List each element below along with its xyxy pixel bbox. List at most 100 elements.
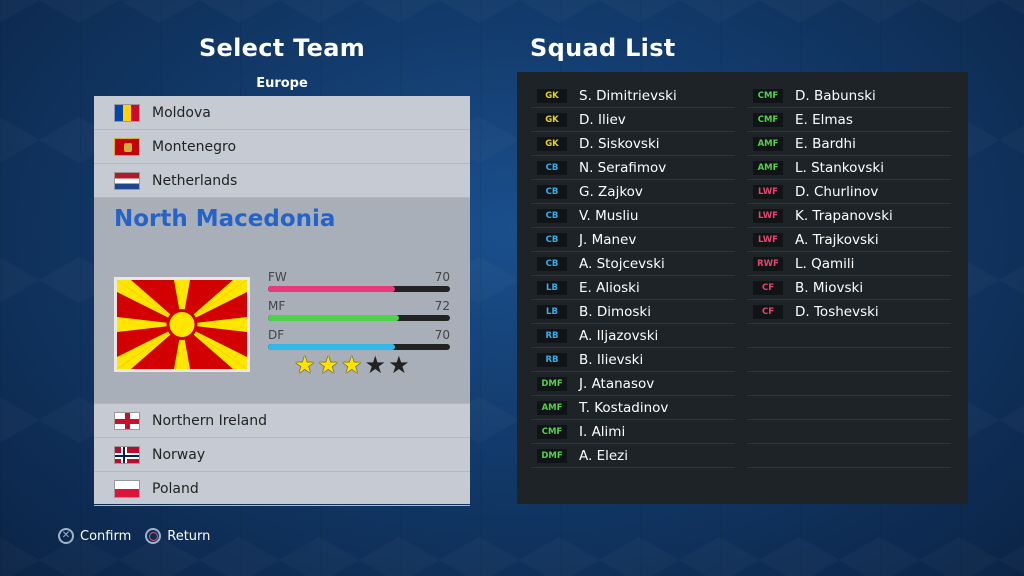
team-name: Poland — [152, 480, 199, 497]
player-name: B. Dimoski — [579, 303, 652, 320]
position-badge: RB — [537, 328, 567, 343]
player-row — [747, 420, 951, 444]
selected-team-card[interactable]: North Macedonia FW 70 MF 72 DF 70 ★ ★ ★ … — [94, 198, 470, 404]
player-name: K. Trapanovski — [795, 207, 893, 224]
ni-flag-icon — [114, 411, 140, 430]
player-name: D. Churlinov — [795, 183, 879, 200]
player-row: CF B. Miovski — [747, 276, 951, 300]
player-name: N. Serafimov — [579, 159, 667, 176]
player-name: L. Stankovski — [795, 159, 884, 176]
position-badge: AMF — [537, 400, 567, 415]
squad-column-1: GK S. Dimitrievski GK D. Iliev GK D. Siskovsk… — [531, 84, 735, 468]
position-badge: GK — [537, 112, 567, 127]
player-row: LB E. Alioski — [531, 276, 735, 300]
stat-bar — [268, 344, 450, 350]
player-name: D. Siskovski — [579, 135, 660, 152]
player-row: LB B. Dimoski — [531, 300, 735, 324]
player-name: B. Ilievski — [579, 351, 644, 368]
position-badge: CF — [753, 280, 783, 295]
team-name: Montenegro — [152, 138, 237, 155]
squad-column-2: CMF D. Babunski CMF E. Elmas AMF E. Bardhi AMF… — [747, 84, 951, 468]
player-name: J. Manev — [579, 231, 637, 248]
player-row: RB B. Ilievski — [531, 348, 735, 372]
confirm-hint[interactable]: ✕ Confirm — [58, 528, 131, 544]
team-name: Moldova — [152, 104, 211, 121]
player-row: LWF K. Trapanovski — [747, 204, 951, 228]
cross-button-icon: ✕ — [58, 528, 74, 544]
team-name: Netherlands — [152, 172, 238, 189]
player-row: CB J. Manev — [531, 228, 735, 252]
player-name: S. Dimitrievski — [579, 87, 677, 104]
team-name: Northern Ireland — [152, 412, 268, 429]
player-name: T. Kostadinov — [579, 399, 669, 416]
stat-bar — [268, 315, 450, 321]
position-badge: LB — [537, 304, 567, 319]
stat-fill — [268, 315, 400, 321]
position-badge: LWF — [753, 184, 783, 199]
player-name: J. Atanasov — [579, 375, 655, 392]
position-badge: LWF — [753, 232, 783, 247]
player-row: CB G. Zajkov — [531, 180, 735, 204]
player-name: I. Alimi — [579, 423, 626, 440]
me-flag-icon — [114, 137, 140, 156]
player-name: E. Bardhi — [795, 135, 856, 152]
player-row: CF D. Toshevski — [747, 300, 951, 324]
no-flag-icon — [114, 445, 140, 464]
position-badge: CB — [537, 184, 567, 199]
player-name: G. Zajkov — [579, 183, 643, 200]
team-name: Norway — [152, 446, 206, 463]
selected-team-name: North Macedonia — [114, 206, 336, 232]
player-row: GK D. Siskovski — [531, 132, 735, 156]
team-row[interactable]: Moldova — [94, 96, 470, 130]
team-row[interactable]: Netherlands — [94, 164, 470, 198]
stat-label: DF — [268, 328, 285, 342]
stat-value: 70 — [434, 270, 450, 284]
team-row[interactable]: Norway — [94, 438, 470, 472]
player-row: CB A. Stojcevski — [531, 252, 735, 276]
player-row: CMF D. Babunski — [747, 84, 951, 108]
player-name: V. Musliu — [579, 207, 639, 224]
position-badge: DMF — [537, 376, 567, 391]
stat-fw: FW 70 — [268, 270, 450, 292]
position-badge: CB — [537, 208, 567, 223]
position-badge: RB — [537, 352, 567, 367]
stat-label: MF — [268, 299, 286, 313]
player-row: LWF A. Trajkovski — [747, 228, 951, 252]
player-row — [747, 372, 951, 396]
player-name: D. Toshevski — [795, 303, 879, 320]
position-badge: RWF — [753, 256, 783, 271]
star-icon: ★ — [317, 351, 340, 379]
position-badge: AMF — [753, 136, 783, 151]
position-badge: CMF — [753, 112, 783, 127]
player-row: GK D. Iliev — [531, 108, 735, 132]
star-icon: ★ — [294, 351, 316, 379]
team-row[interactable]: Montenegro — [94, 130, 470, 164]
position-badge: DMF — [537, 448, 567, 463]
player-row: RWF L. Qamili — [747, 252, 951, 276]
team-row[interactable]: Poland — [94, 472, 470, 506]
star-icon: ★ — [364, 351, 387, 379]
position-badge: AMF — [753, 160, 783, 175]
star-icon: ★ — [341, 351, 363, 379]
stat-fill — [268, 286, 396, 292]
return-hint[interactable]: Return — [145, 528, 210, 544]
player-row: AMF L. Stankovski — [747, 156, 951, 180]
position-badge: CMF — [537, 424, 567, 439]
player-row — [747, 396, 951, 420]
pl-flag-icon — [114, 479, 140, 498]
star-rating: ★ ★ ★ ★ ★ — [294, 353, 410, 377]
stat-label: FW — [268, 270, 287, 284]
player-row: DMF A. Elezi — [531, 444, 735, 468]
player-row: CB N. Serafimov — [531, 156, 735, 180]
team-list: Moldova Montenegro Netherlands North Maced… — [94, 96, 470, 506]
player-row: GK S. Dimitrievski — [531, 84, 735, 108]
team-row[interactable]: Northern Ireland — [94, 404, 470, 438]
confirm-label: Confirm — [80, 528, 132, 544]
position-badge: GK — [537, 136, 567, 151]
player-row: DMF J. Atanasov — [531, 372, 735, 396]
stat-value: 72 — [434, 299, 450, 313]
player-row — [747, 348, 951, 372]
circle-button-icon — [145, 528, 162, 544]
nl-flag-icon — [114, 171, 140, 190]
star-icon: ★ — [388, 351, 410, 379]
